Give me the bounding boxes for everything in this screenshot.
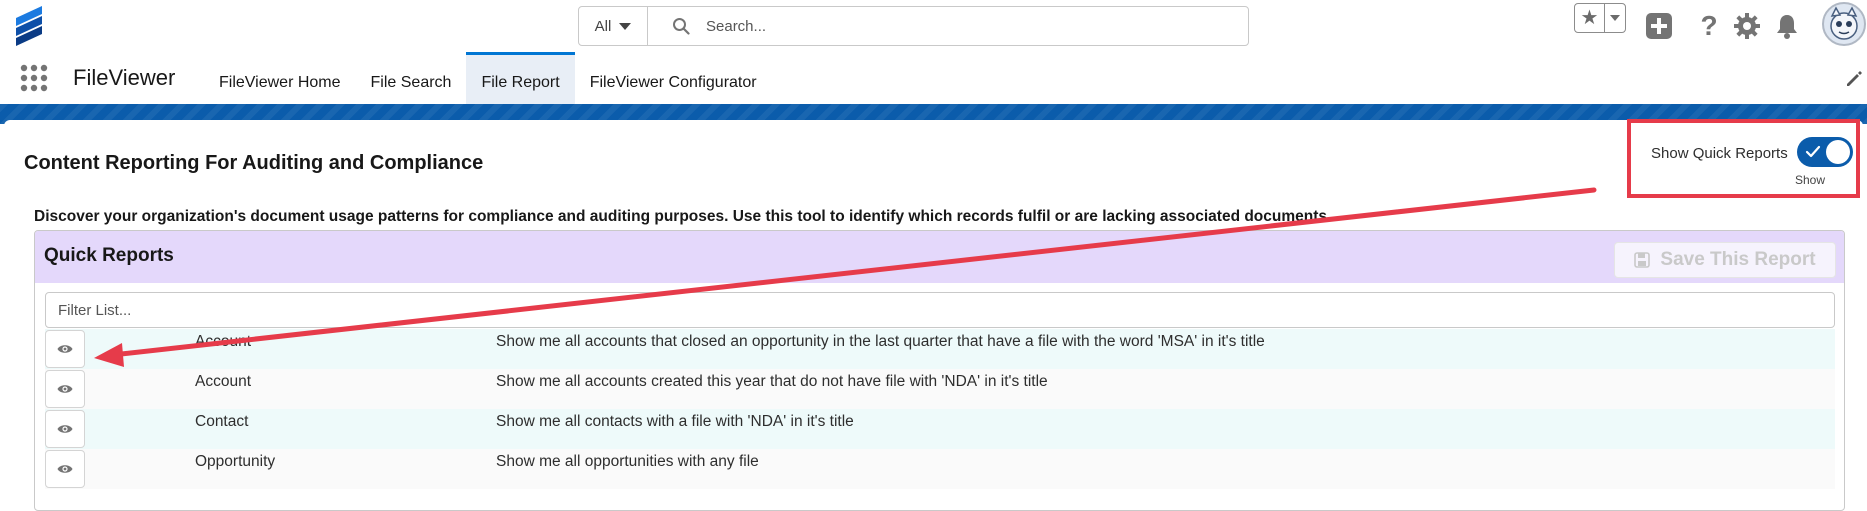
quick-reports-list: Account Show me all accounts that closed…: [45, 329, 1835, 489]
view-report-button[interactable]: [45, 330, 85, 368]
search-scope-label: All: [594, 17, 612, 35]
row-object-type: Account: [195, 373, 252, 390]
eye-icon: [57, 345, 73, 353]
nav-tabs: FileViewer Home File Search File Report …: [204, 52, 772, 104]
row-description: Show me all contacts with a file with 'N…: [496, 413, 854, 430]
global-search: All: [578, 6, 1249, 46]
tab-file-search[interactable]: File Search: [356, 52, 467, 104]
plus-icon[interactable]: [1645, 12, 1673, 40]
show-quick-reports-label: Show Quick Reports: [1651, 145, 1788, 162]
show-quick-reports-area: Show Quick Reports Show: [1627, 119, 1860, 198]
tab-fileviewer-home[interactable]: FileViewer Home: [204, 52, 356, 104]
quick-reports-panel: Quick Reports Save This Report Filter Li…: [34, 230, 1845, 511]
view-report-button[interactable]: [45, 370, 85, 408]
filter-list-input[interactable]: [45, 292, 1835, 328]
favorites-button-group: ★: [1574, 3, 1626, 33]
favorites-menu-button[interactable]: [1605, 4, 1625, 32]
search-input[interactable]: [706, 17, 1186, 35]
tab-file-report[interactable]: File Report: [466, 52, 575, 104]
list-item: Contact Show me all contacts with a file…: [45, 409, 1835, 449]
quick-reports-header: Quick Reports Save This Report: [35, 231, 1844, 283]
app-launcher-icon[interactable]: [20, 64, 48, 92]
avatar[interactable]: [1822, 2, 1866, 46]
row-description: Show me all opportunities with any file: [496, 453, 759, 470]
save-report-label: Save This Report: [1660, 249, 1816, 270]
save-report-button[interactable]: Save This Report: [1614, 242, 1836, 278]
search-icon: [673, 18, 690, 35]
view-report-button[interactable]: [45, 410, 85, 448]
row-description: Show me all accounts that closed an oppo…: [496, 333, 1265, 350]
logo-icon[interactable]: [12, 4, 46, 46]
row-object-type: Opportunity: [195, 453, 276, 470]
tab-fileviewer-configurator[interactable]: FileViewer Configurator: [575, 52, 772, 104]
app-navigation: FileViewer FileViewer Home File Search F…: [0, 52, 1867, 104]
eye-icon: [57, 465, 73, 473]
save-icon: [1634, 252, 1651, 268]
chevron-down-icon: [619, 22, 632, 30]
page-title: Content Reporting For Auditing and Compl…: [24, 152, 484, 174]
global-header: All ★ ?: [0, 0, 1867, 52]
row-description: Show me all accounts created this year t…: [496, 373, 1048, 390]
search-scope-select[interactable]: All: [579, 7, 648, 45]
quick-reports-title: Quick Reports: [44, 245, 174, 266]
file-report-card: Content Reporting For Auditing and Compl…: [4, 119, 1863, 511]
chevron-down-icon: [1610, 15, 1620, 21]
list-item: Opportunity Show me all opportunities wi…: [45, 449, 1835, 489]
eye-icon: [57, 425, 73, 433]
page-description: Discover your organization's document us…: [34, 208, 1332, 225]
eye-icon: [57, 385, 73, 393]
view-report-button[interactable]: [45, 450, 85, 488]
list-item: Account Show me all accounts created thi…: [45, 369, 1835, 409]
row-object-type: Account: [195, 333, 252, 350]
row-object-type: Contact: [195, 413, 249, 430]
list-item: Account Show me all accounts that closed…: [45, 329, 1835, 369]
bell-icon[interactable]: [1773, 12, 1801, 40]
toggle-state-label: Show: [1795, 173, 1826, 187]
avatar-image-icon: [1830, 6, 1858, 40]
toggle-knob: [1826, 140, 1850, 164]
help-icon[interactable]: ?: [1695, 12, 1723, 40]
gear-icon[interactable]: [1733, 12, 1761, 40]
check-icon: [1805, 145, 1821, 158]
show-quick-reports-toggle[interactable]: [1797, 137, 1853, 167]
app-name: FileViewer: [73, 65, 176, 90]
star-icon[interactable]: ★: [1575, 4, 1605, 32]
pencil-icon[interactable]: [1845, 70, 1863, 88]
